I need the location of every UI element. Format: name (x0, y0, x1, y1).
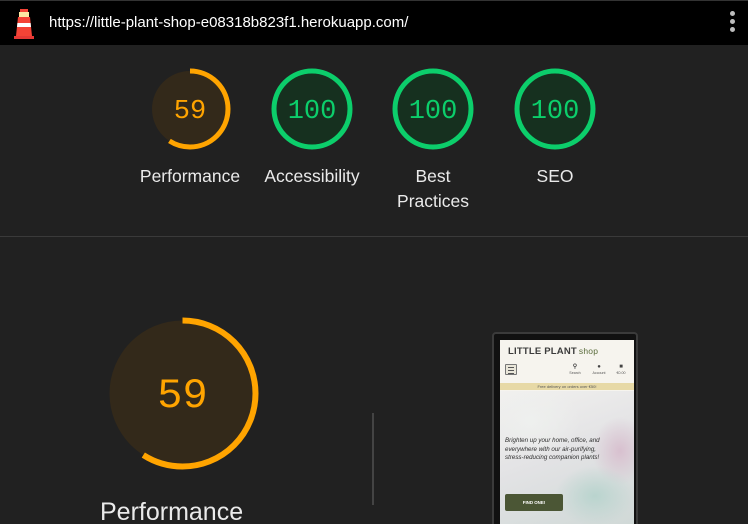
final-screenshot[interactable]: LITTLE PLANT shop ⚲ Search ● Account ■ €0.00… (492, 332, 638, 524)
bag-icon: ■ €0.00 (616, 364, 626, 375)
gauge-score: 100 (288, 97, 337, 127)
gauge-seo[interactable]: 100 SEO (495, 67, 615, 189)
lighthouse-icon (14, 9, 34, 39)
gauge-score: 100 (409, 97, 458, 127)
category-title: Performance (100, 498, 244, 524)
gauge-performance[interactable]: 59 Performance (130, 67, 250, 189)
gauge-label: Accessibility (264, 166, 360, 186)
hero-image: Brighten up your home, office, and every… (500, 391, 634, 524)
url-bar: https://little-plant-shop-e08318b823f1.h… (0, 0, 748, 45)
hamburger-icon (505, 364, 517, 375)
gauge-score: 100 (531, 97, 580, 127)
screenshot-page: LITTLE PLANT shop ⚲ Search ● Account ■ €0.00… (500, 340, 634, 524)
gauge-score: 59 (157, 372, 207, 420)
gauge-best-practices[interactable]: 100 Best Practices (374, 67, 492, 214)
find-one-button: FIND ONE! (505, 494, 563, 511)
score-ring: 100 (514, 68, 596, 150)
vertical-ellipsis-icon[interactable] (726, 11, 738, 37)
score-ring: 100 (392, 68, 474, 150)
gauge-label: Performance (139, 166, 241, 186)
gauge-label: SEO (536, 166, 574, 186)
site-nav: ⚲ Search ● Account ■ €0.00 (500, 362, 634, 382)
score-ring: 100 (271, 68, 353, 150)
score-summary: 59 Performance 100 Accessibility 100 Bes… (0, 45, 748, 237)
account-icon: ● Account (592, 364, 606, 375)
site-logo: LITTLE PLANT shop (508, 346, 599, 357)
delivery-banner: Free delivery on orders over €50! (500, 383, 634, 390)
score-ring: 59 (149, 68, 231, 150)
gauge-accessibility[interactable]: 100 Accessibility (252, 67, 372, 189)
divider (372, 413, 374, 505)
hero-tagline: Brighten up your home, office, and every… (505, 437, 600, 461)
page-url: https://little-plant-shop-e08318b823f1.h… (49, 14, 409, 31)
gauge-score: 59 (174, 97, 206, 127)
gauge-label: Best Practices (397, 166, 469, 211)
search-icon: ⚲ Search (569, 364, 581, 375)
performance-gauge-large: 59 (106, 317, 259, 470)
